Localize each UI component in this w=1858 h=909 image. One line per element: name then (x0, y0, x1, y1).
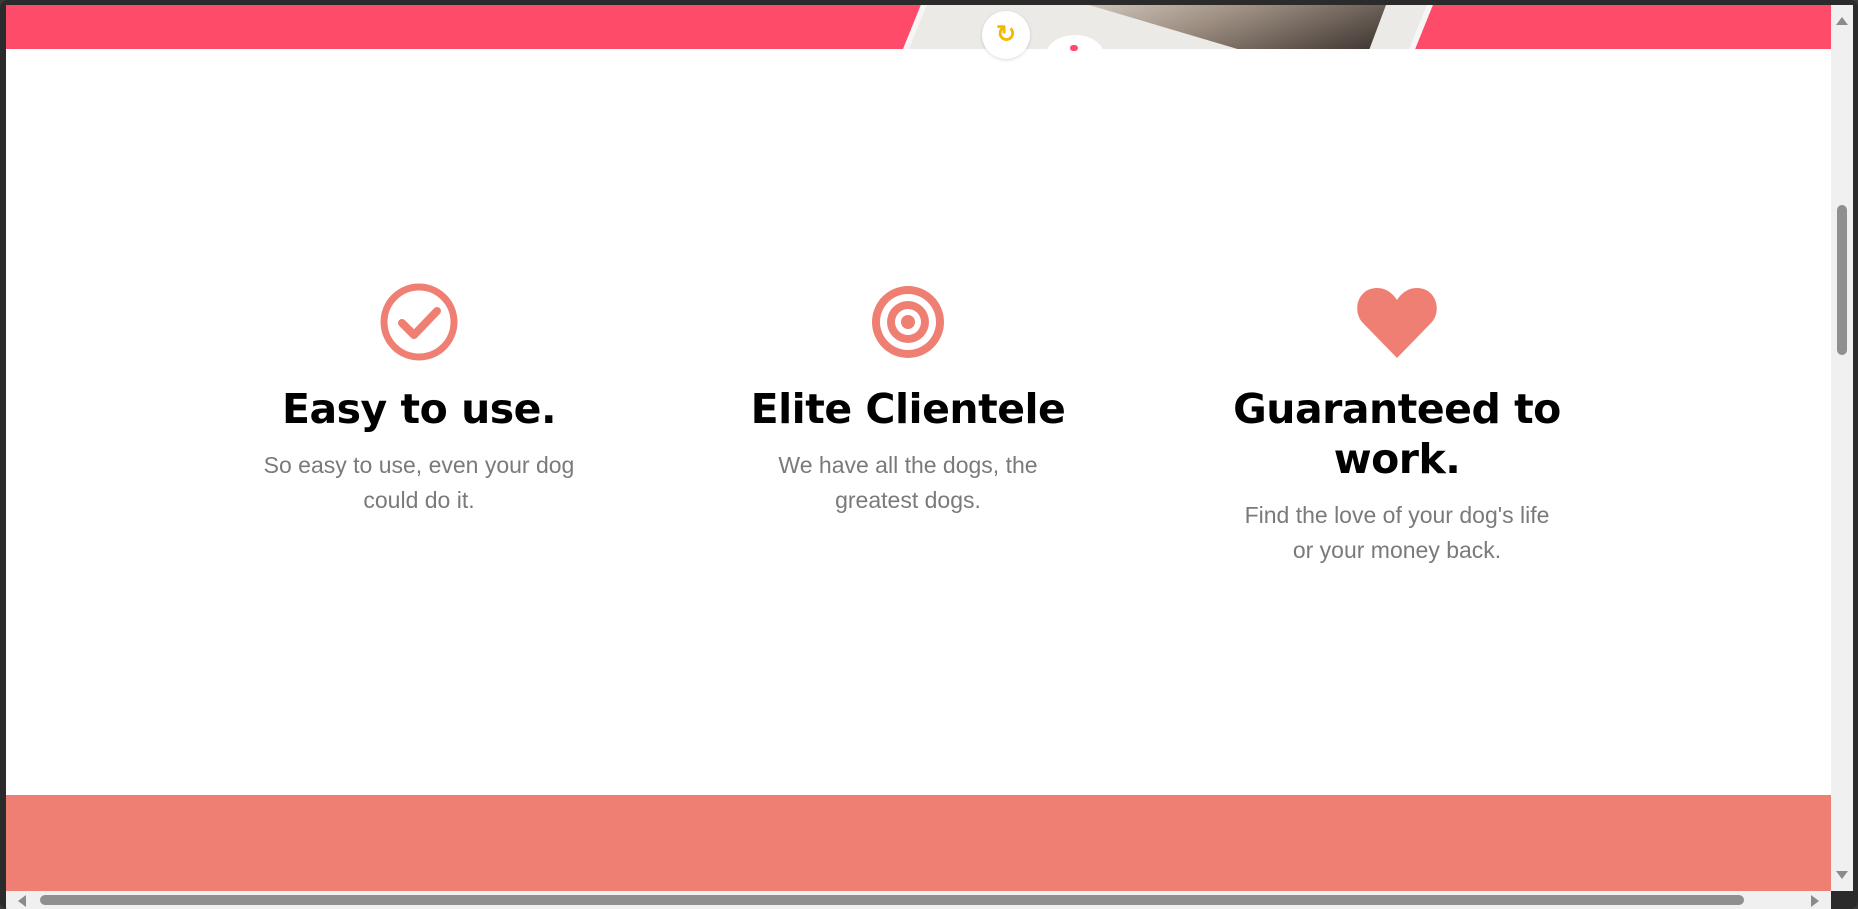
vertical-scrollbar[interactable] (1831, 5, 1853, 891)
feature-title: Elite Clientele (750, 385, 1066, 433)
scroll-down-icon[interactable] (1836, 871, 1848, 879)
horizontal-scrollbar[interactable] (6, 891, 1831, 909)
heart-icon (1357, 288, 1437, 358)
feature-description: So easy to use, even your dog could do i… (263, 452, 575, 513)
feature-title: Easy to use. (281, 385, 557, 433)
feature-title: Guaranteed to work. (1233, 385, 1561, 483)
feature-elite-clientele: Elite Clientele We have all the dogs, th… (728, 282, 1088, 518)
feature-description: Find the love of your dog's life or your… (1244, 502, 1550, 563)
feature-description: We have all the dogs, the greatest dogs. (778, 452, 1038, 513)
scroll-right-icon[interactable] (1811, 895, 1819, 907)
horizontal-scroll-thumb[interactable] (40, 895, 1744, 905)
vertical-scroll-thumb[interactable] (1837, 205, 1847, 355)
check-circle-icon (380, 283, 458, 361)
target-icon (872, 286, 944, 358)
cta-section (6, 795, 1831, 891)
scroll-up-icon[interactable] (1836, 17, 1848, 25)
features-section: Easy to use. So easy to use, even your d… (6, 5, 1831, 891)
feature-easy-to-use: Easy to use. So easy to use, even your d… (239, 282, 599, 518)
browser-window: ↻ Easy to use. So easy to use, even your… (0, 0, 1858, 909)
page-viewport: ↻ Easy to use. So easy to use, even your… (6, 5, 1831, 891)
feature-guaranteed: Guaranteed to work. Find the love of you… (1217, 282, 1577, 568)
scroll-left-icon[interactable] (18, 895, 26, 907)
